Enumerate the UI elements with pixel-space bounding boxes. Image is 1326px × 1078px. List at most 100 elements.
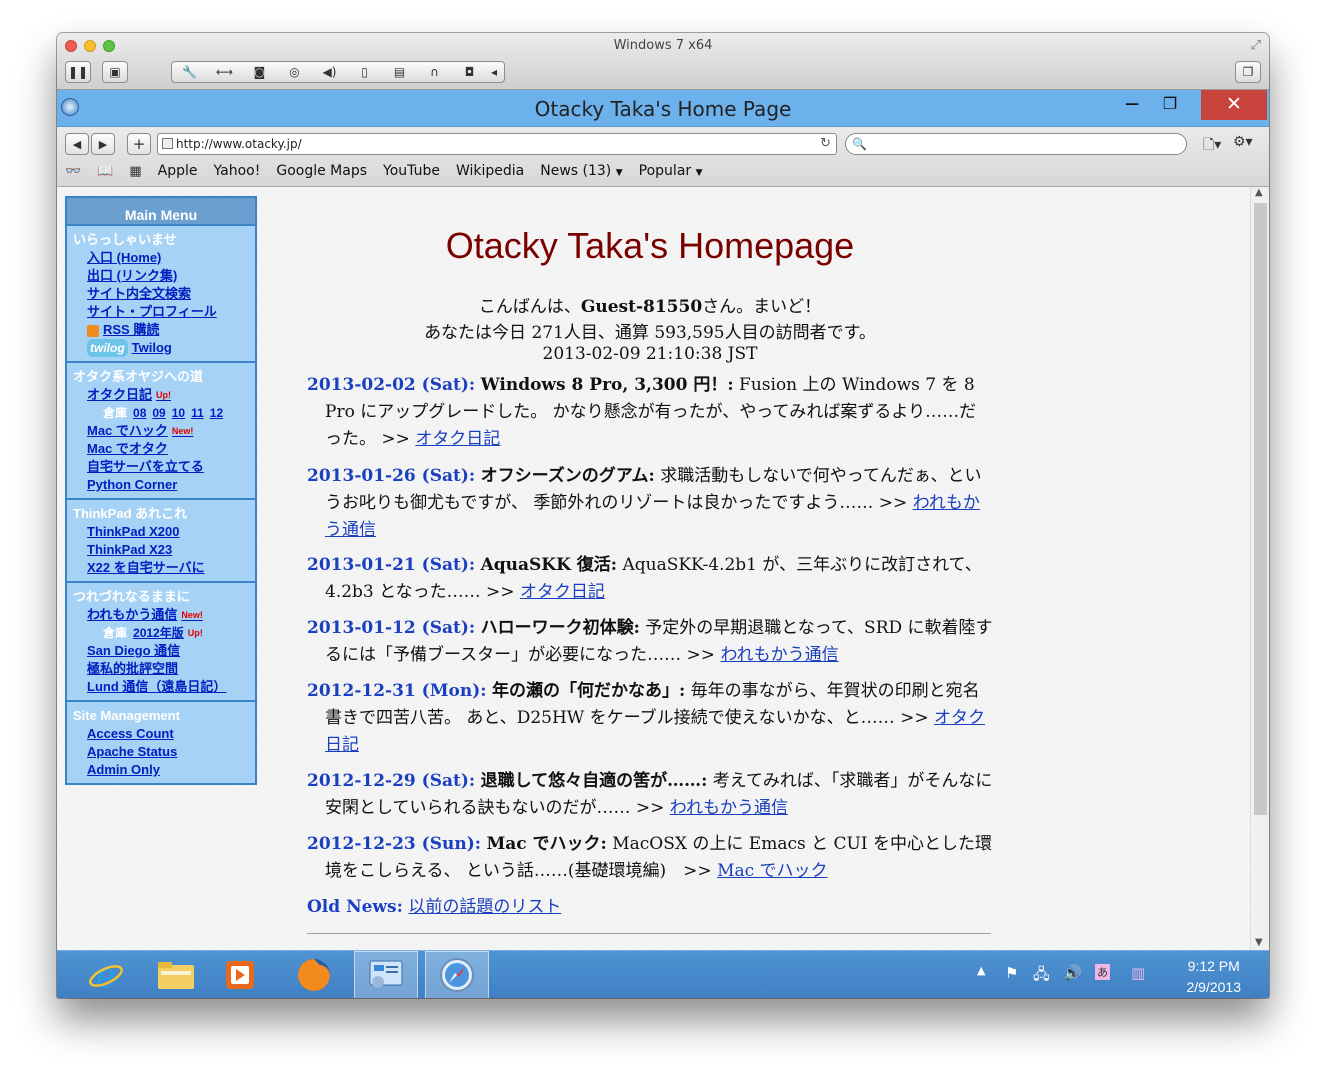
headset-icon[interactable]: ∩	[417, 65, 452, 79]
twilog-label: Twilog	[131, 340, 172, 355]
media-taskbar-button[interactable]	[209, 951, 271, 998]
forward-arrow-icon: ▶	[98, 137, 108, 151]
fullscreen-icon[interactable]: ⤢	[1251, 38, 1261, 53]
pause-icon: ❚❚	[67, 65, 89, 79]
bookmark-youtube[interactable]: YouTube	[383, 163, 440, 179]
bookmark-wikipedia[interactable]: Wikipedia	[456, 163, 524, 179]
add-bookmark-button[interactable]: +	[127, 133, 151, 155]
firefox-taskbar-button[interactable]	[283, 951, 345, 998]
menu-link-home[interactable]: 入口 (Home)	[67, 249, 255, 267]
menu-link-otaku-diary[interactable]: オタク日記 Up!	[67, 386, 255, 404]
menu-link-exit[interactable]: 出口 (リンク集)	[67, 267, 255, 285]
reading-list-icon[interactable]: 👓	[65, 164, 81, 179]
main-menu-title: Main Menu	[67, 198, 255, 226]
menu-link-python[interactable]: Python Corner	[67, 476, 255, 494]
news-title: 年の瀬の「何だかなあ」:	[491, 681, 686, 701]
speaker-icon[interactable]: ◀)	[312, 65, 347, 79]
pause-button[interactable]: ❚❚	[65, 61, 91, 83]
archive-link-2012[interactable]: 2012年版	[133, 626, 184, 640]
ie-taskbar-button[interactable]: e	[75, 951, 137, 998]
back-button[interactable]: ◀	[65, 133, 89, 155]
camera-icon[interactable]: ◘	[452, 65, 487, 79]
news-link[interactable]: オタク日記	[520, 582, 605, 602]
network-icon[interactable]: ⟷	[207, 65, 242, 79]
news-title: Windows 8 Pro, 3,300 円！:	[480, 375, 734, 395]
archive-label: 倉庫	[103, 626, 128, 640]
old-news-label: Old News:	[307, 897, 403, 917]
menu-link-mac-otaku[interactable]: Mac でオタク	[67, 440, 255, 458]
archive-link-11[interactable]: 11	[191, 406, 204, 420]
address-text: http://www.otacky.jp/	[176, 137, 302, 151]
menu-link-x23[interactable]: ThinkPad X23	[67, 541, 255, 559]
news-link[interactable]: われもかう通信	[670, 798, 788, 818]
printer-icon[interactable]: ▤	[382, 65, 417, 79]
menu-link-apache-status[interactable]: Apache Status	[67, 743, 255, 761]
gear-icon[interactable]: ⚙▾	[1233, 134, 1253, 150]
close-button[interactable]: ✕	[1201, 90, 1267, 120]
menu-link-access-count[interactable]: Access Count	[67, 725, 255, 743]
wrench-icon[interactable]: 🔧	[172, 65, 207, 79]
folder-icon	[158, 962, 194, 989]
lock-icon[interactable]: ◎	[277, 65, 312, 79]
volume-icon[interactable]: 🔊	[1063, 964, 1082, 982]
search-input[interactable]: 🔍	[845, 133, 1187, 155]
forward-button[interactable]: ▶	[91, 133, 115, 155]
vm-tools-taskbar-button[interactable]	[354, 951, 418, 998]
bookmark-popular-label: Popular	[638, 163, 692, 179]
maximize-button[interactable]: ❐	[1155, 90, 1185, 118]
page-menu-icon[interactable]: 🗋▾	[1203, 134, 1221, 158]
menu-link-rss[interactable]: RSS 購読	[67, 321, 255, 339]
menu-link-home-server[interactable]: 自宅サーバを立てる	[67, 458, 255, 476]
menu-link-x22[interactable]: X22 を自宅サーバに	[67, 559, 255, 577]
safari-taskbar-button[interactable]	[425, 951, 489, 998]
app-tray-icon[interactable]: ▥	[1131, 964, 1145, 982]
scroll-down-icon[interactable]: ▼	[1255, 937, 1263, 948]
collapse-icon[interactable]: ◂	[487, 65, 501, 79]
action-center-flag-icon[interactable]: ⚑	[1005, 964, 1018, 982]
archive-link-12[interactable]: 12	[210, 406, 223, 420]
favicon-icon	[162, 138, 173, 149]
menu-link-admin-only[interactable]: Admin Only	[67, 761, 255, 779]
explorer-taskbar-button[interactable]	[145, 951, 207, 998]
archive-link-08[interactable]: 08	[133, 406, 146, 420]
top-sites-grid-icon[interactable]: ▦	[129, 164, 141, 179]
unity-button[interactable]: ❐	[1235, 61, 1261, 83]
menu-link-search[interactable]: サイト内全文検索	[67, 285, 255, 303]
menu-section-title: ThinkPad あれこれ	[73, 506, 188, 521]
address-bar[interactable]: http://www.otacky.jp/ ↻	[157, 133, 837, 155]
menu-link-profile[interactable]: サイト・プロフィール	[67, 303, 255, 321]
disk-icon[interactable]: ◙	[242, 65, 277, 79]
news-link[interactable]: われもかう通信	[720, 645, 838, 665]
snapshot-button[interactable]: ▣	[102, 61, 128, 83]
bookmark-popular[interactable]: Popular ▼	[639, 163, 703, 179]
menu-link-waremokau[interactable]: われもかう通信 New!	[67, 606, 255, 624]
ime-icon[interactable]: あ	[1095, 964, 1110, 980]
menu-link-lund[interactable]: Lund 通信（遠島日記）	[67, 678, 255, 696]
scrollbar-thumb[interactable]	[1254, 203, 1267, 815]
show-hidden-icons[interactable]: ▲	[977, 964, 985, 977]
menu-link-criticism[interactable]: 極私的批評空間	[67, 660, 255, 678]
bookmark-news[interactable]: News (13) ▼	[540, 163, 622, 179]
bookmark-google-maps[interactable]: Google Maps	[276, 163, 367, 179]
old-news-link[interactable]: 以前の話題のリスト	[408, 897, 561, 917]
news-link[interactable]: Mac でハック	[717, 861, 827, 881]
minimize-button[interactable]: ─	[1117, 90, 1147, 118]
bookmark-apple[interactable]: Apple	[158, 163, 198, 179]
menu-link-mac-hack[interactable]: Mac でハック New!	[67, 422, 255, 440]
menu-link-san-diego[interactable]: San Diego 通信	[67, 642, 255, 660]
archive-link-09[interactable]: 09	[152, 406, 165, 420]
menu-link-x200[interactable]: ThinkPad X200	[67, 523, 255, 541]
visitor-count: あなたは今日 271人目、通算 593,595人目の訪問者です。	[424, 323, 876, 343]
reload-icon[interactable]: ↻	[820, 134, 831, 154]
vertical-scrollbar[interactable]: ▲ ▼	[1250, 187, 1269, 950]
menu-link-twilog[interactable]: twilog Twilog	[67, 339, 255, 357]
network-tray-icon[interactable]: 🖧	[1033, 964, 1050, 989]
usb-icon[interactable]: ▯	[347, 65, 382, 79]
archive-row: 倉庫 08 09 10 11 12	[67, 404, 255, 422]
bookmarks-book-icon[interactable]: 📖	[97, 164, 113, 179]
archive-link-10[interactable]: 10	[172, 406, 185, 420]
clock[interactable]: 9:12 PM 2/9/2013	[1187, 956, 1242, 998]
bookmark-yahoo[interactable]: Yahoo!	[214, 163, 261, 179]
scroll-up-icon[interactable]: ▲	[1255, 187, 1263, 198]
news-link[interactable]: オタク日記	[415, 429, 500, 449]
